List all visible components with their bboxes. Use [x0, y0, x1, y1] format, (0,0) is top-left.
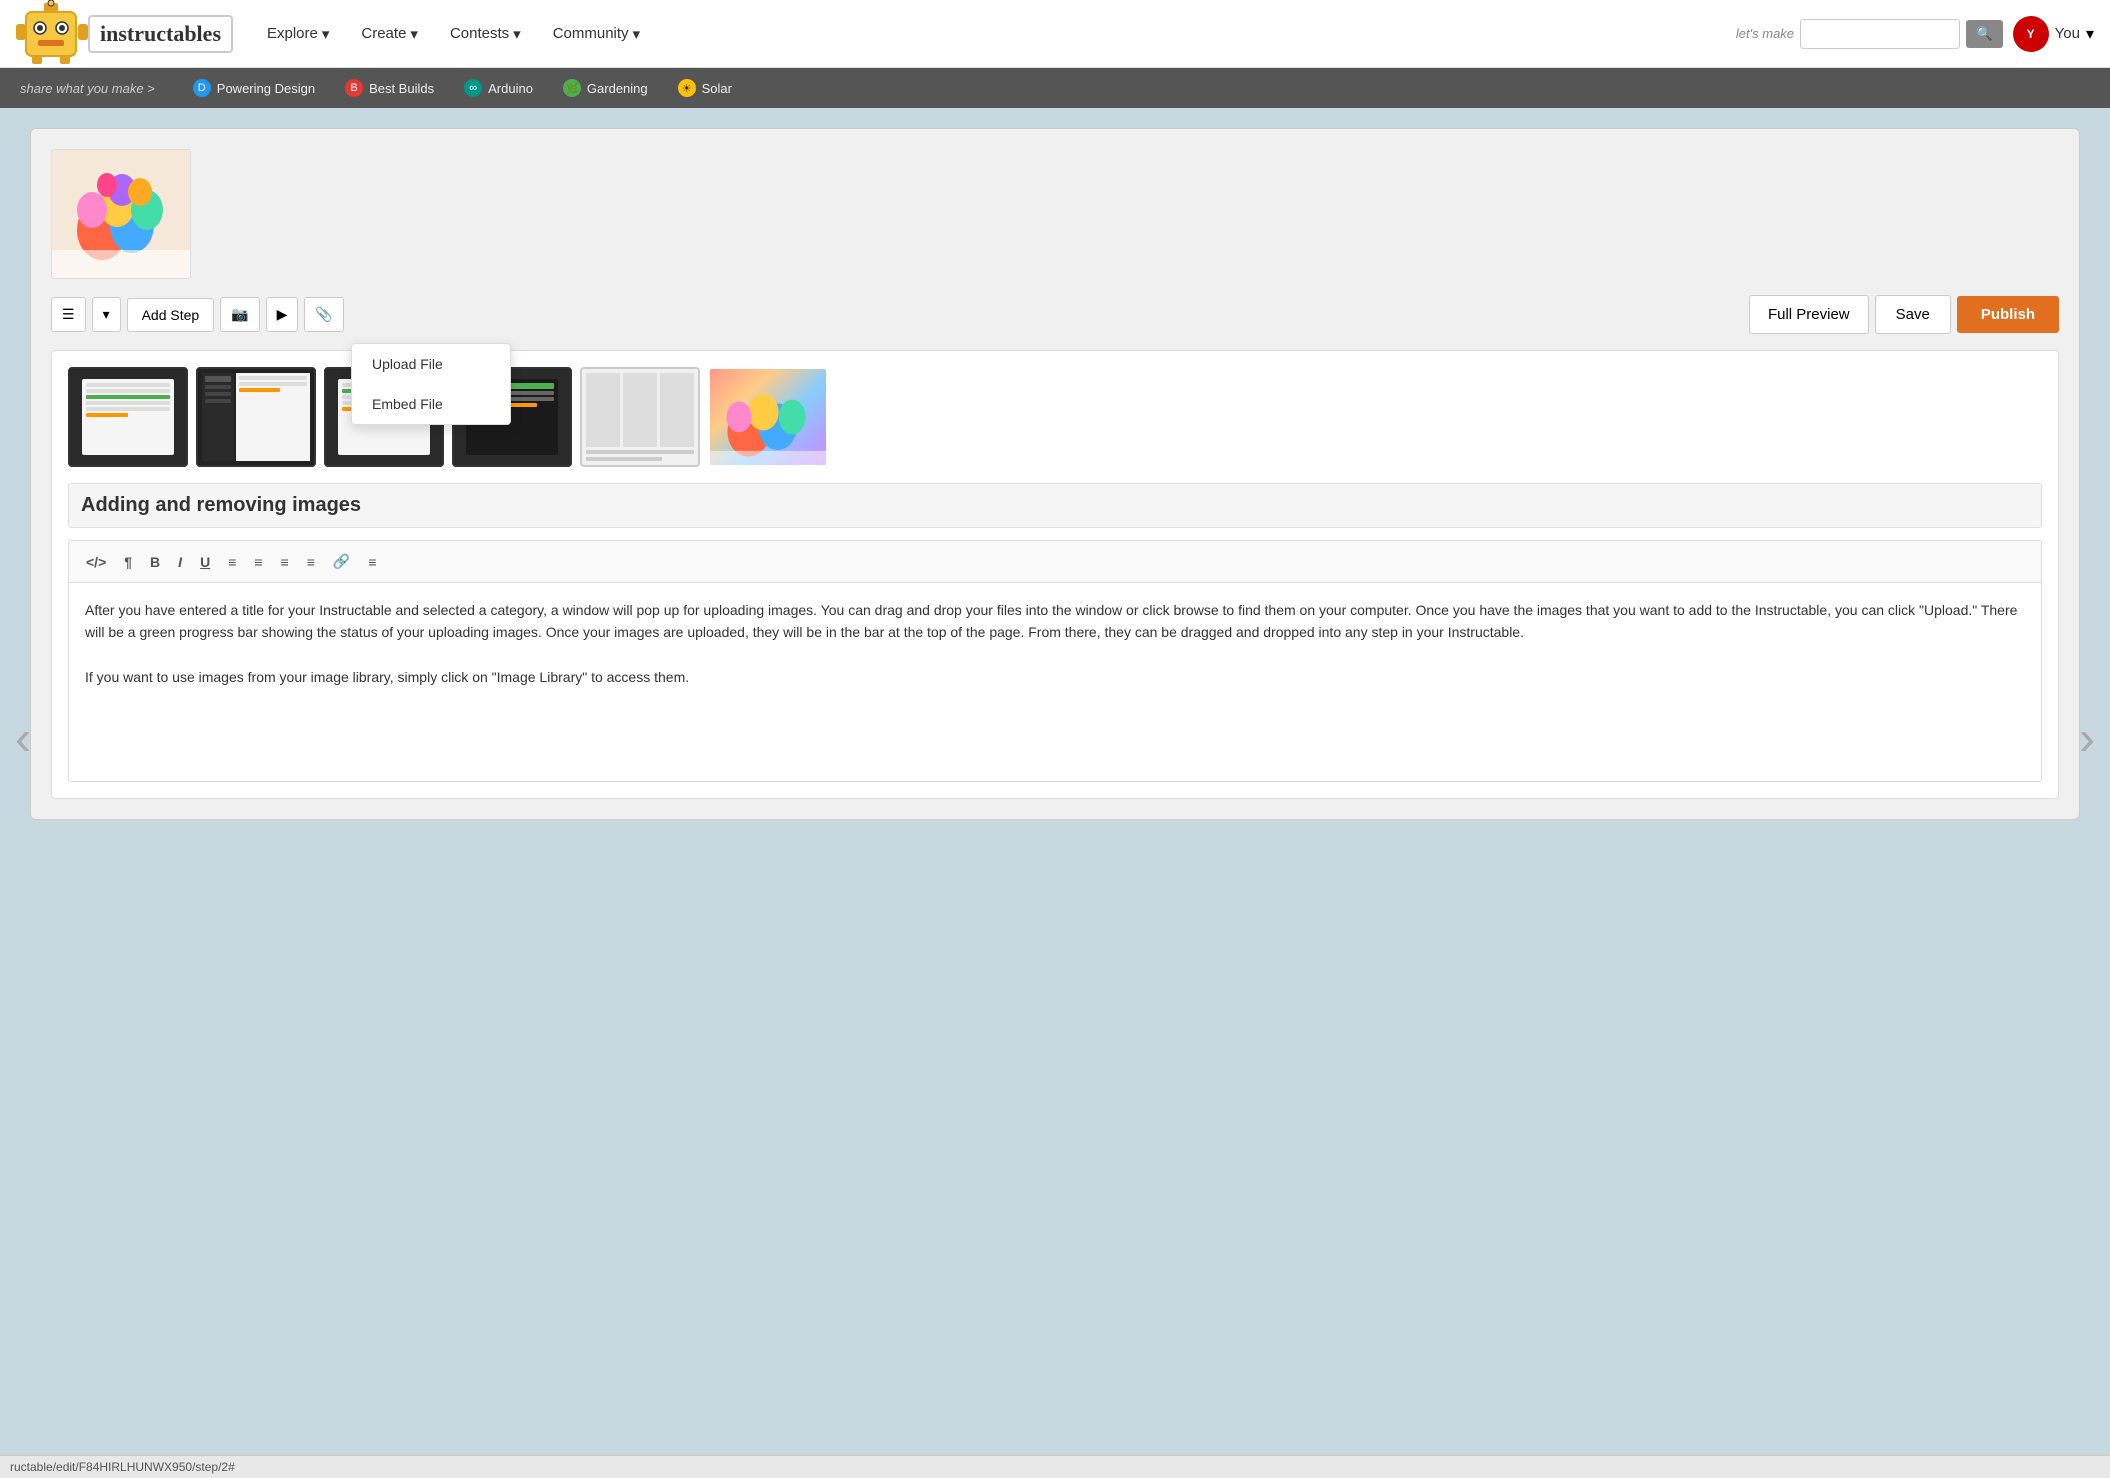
editor-card: ☰ ▾ Add Step 📷 ▶ 📎 Upload File Embed Fil… — [30, 128, 2080, 820]
thumbnail-6[interactable] — [708, 367, 828, 467]
editor-toolbar-row: ☰ ▾ Add Step 📷 ▶ 📎 Upload File Embed Fil… — [51, 295, 2059, 334]
gardening-link[interactable]: 🌿 Gardening — [551, 75, 660, 101]
align-left-button[interactable]: ≡ — [274, 550, 296, 574]
attachment-button[interactable]: 📎 — [304, 297, 343, 332]
arduino-link[interactable]: ∞ Arduino — [452, 75, 545, 101]
share-tagline: share what you make > — [20, 81, 155, 96]
best-builds-link[interactable]: B Best Builds — [333, 75, 446, 101]
step-body-text[interactable]: After you have entered a title for your … — [68, 582, 2042, 782]
contests-dropdown-icon: ▾ — [513, 25, 521, 43]
indent-button[interactable]: ≡ — [361, 550, 383, 574]
list-view-button[interactable]: ☰ — [51, 297, 86, 332]
community-nav-link[interactable]: Community ▾ — [539, 17, 654, 51]
link-button[interactable]: 🔗 — [326, 549, 357, 574]
url-display: ructable/edit/F84HIRLHUNWX950/step/2# — [10, 1460, 235, 1474]
avatar: Y — [2013, 16, 2049, 52]
cover-image — [51, 149, 191, 279]
sub-navigation: share what you make > D Powering Design … — [0, 68, 2110, 108]
upload-file-item[interactable]: Upload File — [352, 344, 510, 384]
search-input[interactable] — [1800, 19, 1960, 49]
camera-button[interactable]: 📷 — [220, 297, 259, 332]
site-name[interactable]: instructables — [88, 15, 233, 53]
publish-button[interactable]: Publish — [1957, 296, 2059, 333]
step-title[interactable]: Adding and removing images — [68, 483, 2042, 528]
user-dropdown-icon: ▾ — [2086, 24, 2094, 44]
thumbnail-5[interactable] — [580, 367, 700, 467]
ordered-list-button[interactable]: ≡ — [247, 550, 269, 574]
search-button[interactable]: 🔍 — [1966, 20, 2003, 48]
powering-design-icon: D — [193, 79, 211, 97]
video-button[interactable]: ▶ — [266, 297, 299, 332]
full-preview-button[interactable]: Full Preview — [1749, 295, 1869, 334]
gardening-icon: 🌿 — [563, 79, 581, 97]
save-button[interactable]: Save — [1875, 295, 1951, 334]
create-nav-link[interactable]: Create ▾ — [347, 17, 432, 51]
explore-nav-link[interactable]: Explore ▾ — [253, 17, 343, 51]
body-paragraph-1: After you have entered a title for your … — [85, 599, 2025, 644]
attachment-dropdown: Upload File Embed File — [351, 343, 511, 425]
lets-make-text: let's make — [1736, 26, 1794, 41]
list-dropdown-button[interactable]: ▾ — [92, 297, 121, 332]
status-bar: ructable/edit/F84HIRLHUNWX950/step/2# — [0, 1455, 2110, 1478]
cover-image-graphic — [52, 150, 190, 278]
search-area: let's make 🔍 — [1736, 19, 2003, 49]
unordered-list-button[interactable]: ≡ — [221, 550, 243, 574]
arduino-icon: ∞ — [464, 79, 482, 97]
user-name-label: You — [2055, 25, 2080, 42]
logo-area[interactable]: instructables — [16, 0, 233, 68]
code-button[interactable]: </> — [79, 550, 113, 574]
underline-button[interactable]: U — [193, 550, 217, 574]
community-dropdown-icon: ▾ — [633, 25, 641, 43]
user-menu[interactable]: Y You ▾ — [2013, 16, 2094, 52]
prev-step-arrow[interactable]: ‹ — [5, 702, 41, 777]
create-dropdown-icon: ▾ — [410, 25, 418, 43]
powering-design-link[interactable]: D Powering Design — [181, 75, 327, 101]
robot-logo-icon — [16, 0, 88, 68]
next-step-arrow[interactable]: › — [2069, 702, 2105, 777]
main-nav-links: Explore ▾ Create ▾ Contests ▾ Community … — [253, 17, 1736, 51]
body-paragraph-2: If you want to use images from your imag… — [85, 666, 2025, 688]
paragraph-button[interactable]: ¶ — [117, 550, 139, 574]
top-navigation: instructables Explore ▾ Create ▾ Contest… — [0, 0, 2110, 68]
italic-button[interactable]: I — [171, 550, 189, 574]
embed-file-item[interactable]: Embed File — [352, 384, 510, 424]
rich-text-toolbar: </> ¶ B I U ≡ ≡ ≡ ≡ 🔗 ≡ — [68, 540, 2042, 582]
thumbnail-photo-graphic — [710, 367, 826, 467]
bold-button[interactable]: B — [143, 550, 167, 574]
explore-dropdown-icon: ▾ — [322, 25, 330, 43]
solar-icon: ☀ — [678, 79, 696, 97]
thumbnail-2[interactable] — [196, 367, 316, 467]
solar-link[interactable]: ☀ Solar — [666, 75, 744, 101]
main-content: ☰ ▾ Add Step 📷 ▶ 📎 Upload File Embed Fil… — [0, 108, 2110, 840]
add-step-button[interactable]: Add Step — [127, 298, 215, 332]
thumbnail-1[interactable] — [68, 367, 188, 467]
best-builds-icon: B — [345, 79, 363, 97]
align-right-button[interactable]: ≡ — [300, 550, 322, 574]
contests-nav-link[interactable]: Contests ▾ — [436, 17, 535, 51]
